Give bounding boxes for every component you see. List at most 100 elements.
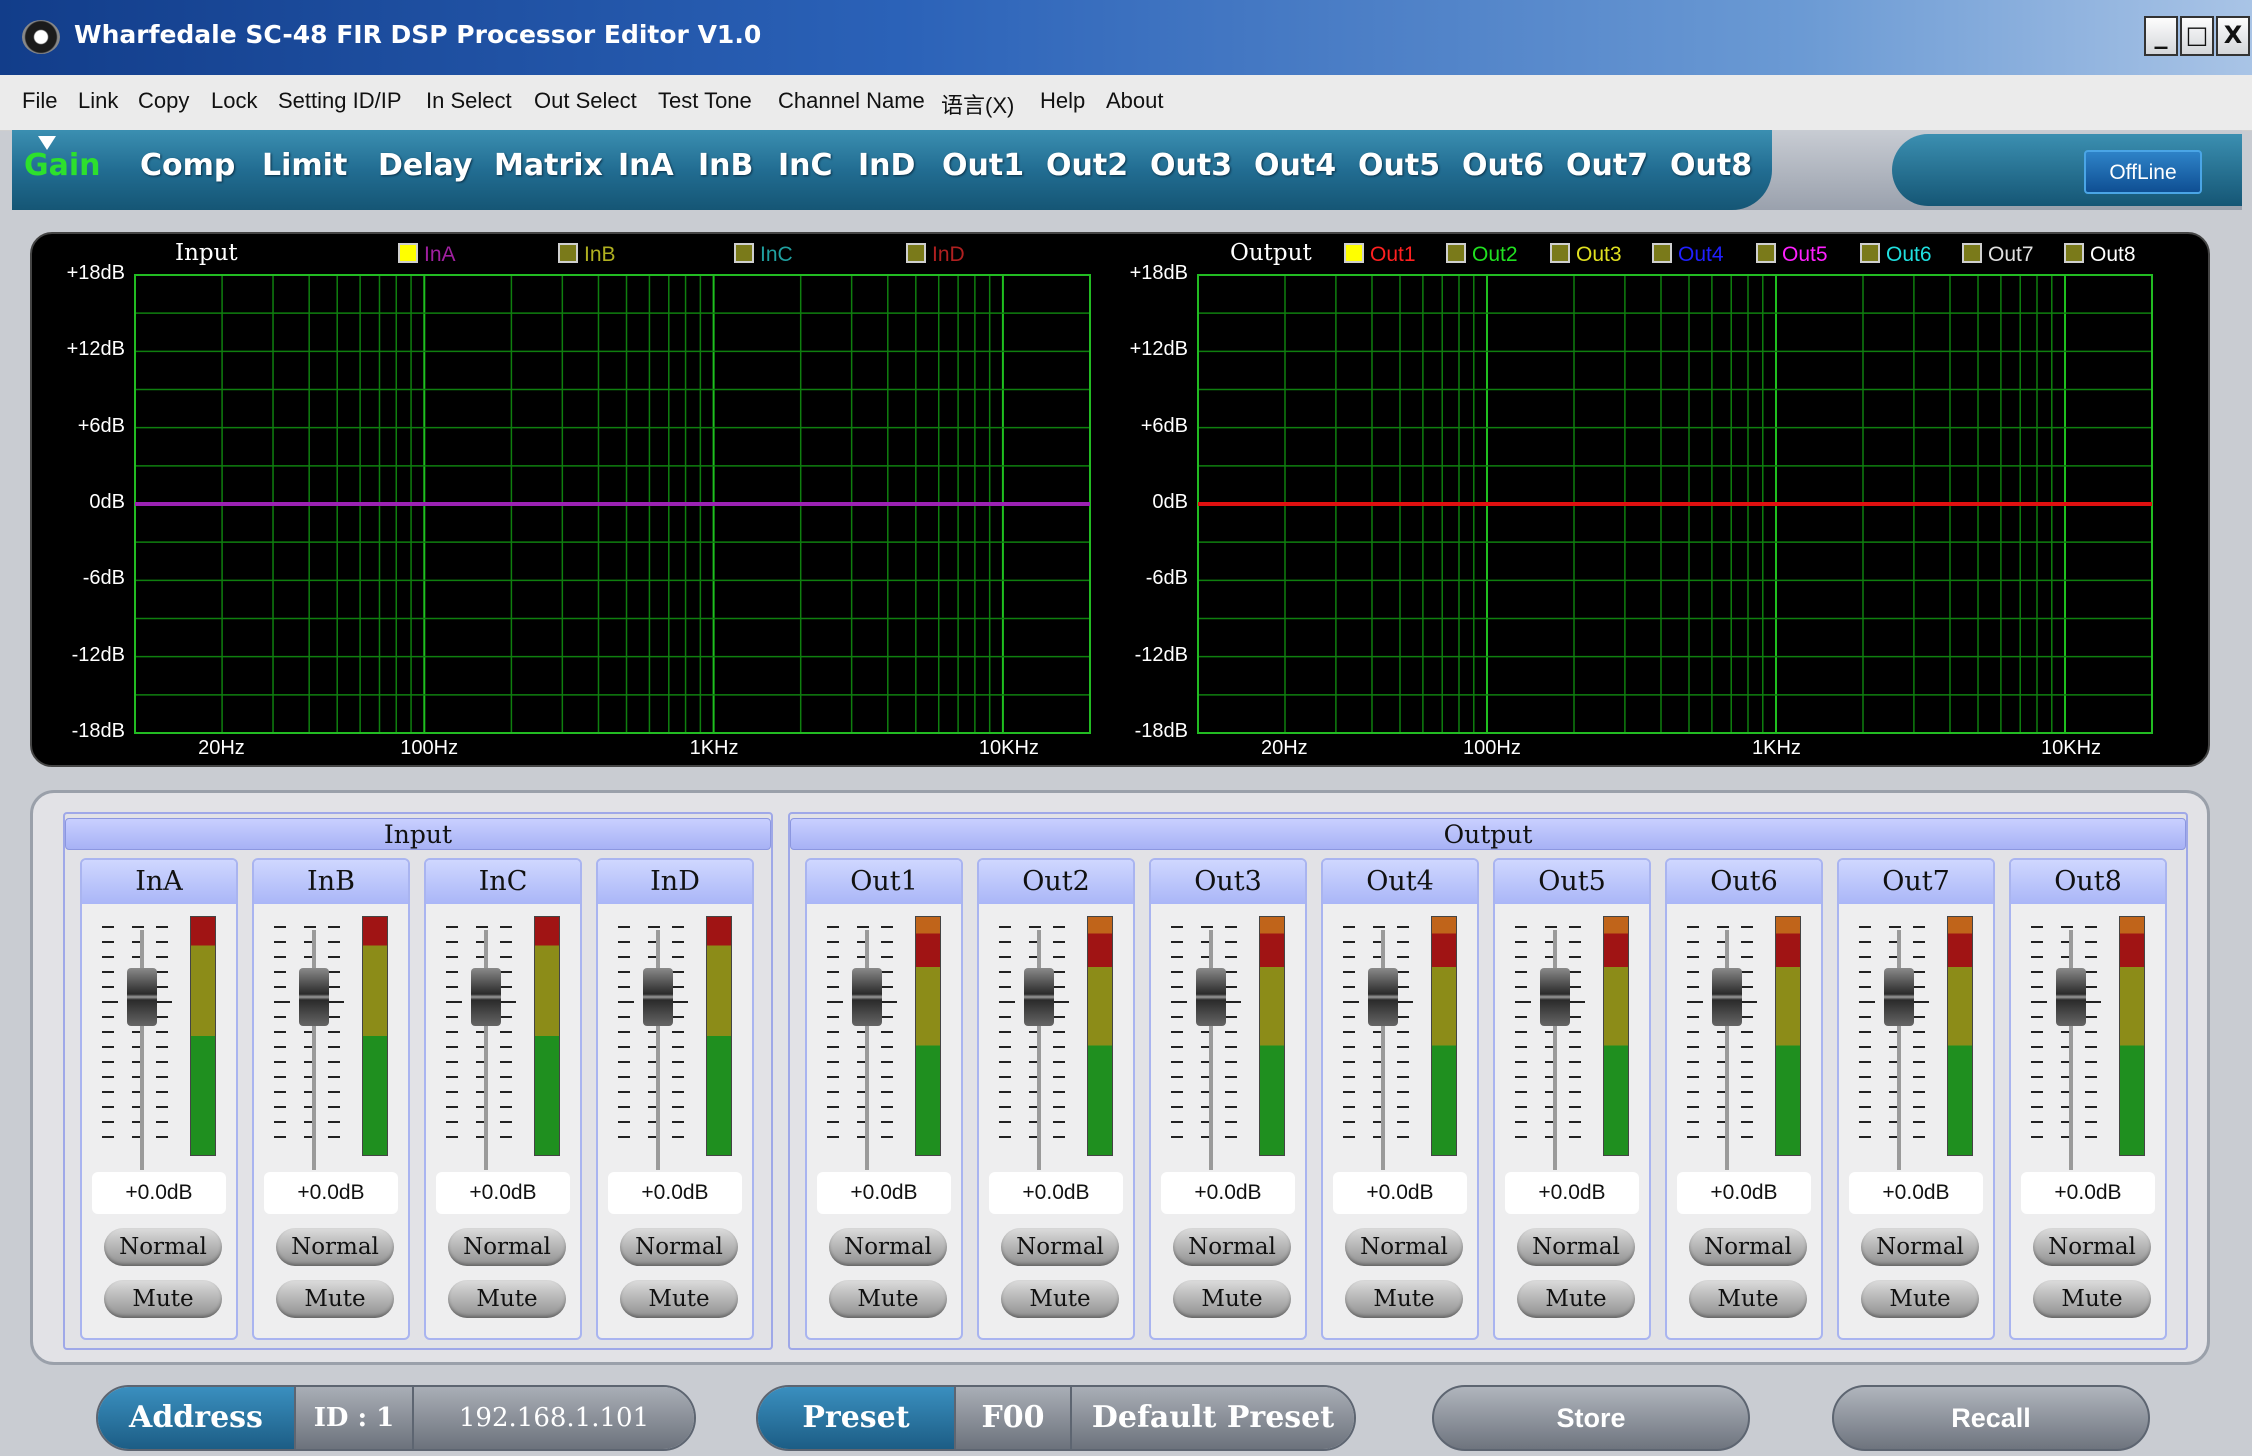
gain-value-field[interactable]: +0.0dB [608,1172,742,1214]
fader-track[interactable] [1381,930,1385,1170]
scale-tick [102,971,114,973]
legend-out7[interactable]: Out7 [1962,243,2034,267]
fader-knob[interactable] [1712,968,1742,1026]
fader-track[interactable] [865,930,869,1170]
mute-button[interactable]: Mute [1001,1280,1119,1318]
mute-button[interactable]: Mute [1173,1280,1291,1318]
recall-button[interactable]: Recall [1832,1385,2150,1451]
scale-tick [1741,986,1753,988]
legend-checkbox[interactable] [2064,243,2084,263]
legend-inc[interactable]: InC [734,243,793,267]
fader-track[interactable] [484,930,488,1170]
gain-value-field[interactable]: +0.0dB [817,1172,951,1214]
legend-checkbox[interactable] [1344,243,1364,263]
phase-normal-button[interactable]: Normal [1001,1228,1119,1266]
preset-name[interactable]: Default Preset [1070,1387,1354,1449]
fader-track[interactable] [1209,930,1213,1170]
fader-knob[interactable] [299,968,329,1026]
gain-value-field[interactable]: +0.0dB [436,1172,570,1214]
legend-checkbox[interactable] [734,243,754,263]
phase-normal-button[interactable]: Normal [829,1228,947,1266]
fader-knob[interactable] [1540,968,1570,1026]
fader-knob[interactable] [1884,968,1914,1026]
phase-normal-button[interactable]: Normal [276,1228,394,1266]
gain-value-field[interactable]: +0.0dB [1849,1172,1983,1214]
legend-checkbox[interactable] [1550,243,1570,263]
scale-tick [1859,1136,1871,1138]
store-button[interactable]: Store [1432,1385,1750,1451]
fader-track[interactable] [1037,930,1041,1170]
mute-button[interactable]: Mute [1517,1280,1635,1318]
mute-button[interactable]: Mute [1861,1280,1979,1318]
mute-button[interactable]: Mute [829,1280,947,1318]
legend-checkbox[interactable] [1756,243,1776,263]
fader-knob[interactable] [127,968,157,1026]
legend-checkbox[interactable] [1962,243,1982,263]
phase-normal-button[interactable]: Normal [1861,1228,1979,1266]
channel-strip-inc: InC +0.0dB Normal Mute [424,858,582,1340]
legend-out5[interactable]: Out5 [1756,243,1828,267]
legend-ind[interactable]: InD [906,243,965,267]
legend-checkbox[interactable] [558,243,578,263]
fader-track[interactable] [656,930,660,1170]
gain-value-field[interactable]: +0.0dB [1333,1172,1467,1214]
phase-normal-button[interactable]: Normal [104,1228,222,1266]
scale-tick [446,1031,458,1033]
fader-knob[interactable] [1368,968,1398,1026]
gain-value-field[interactable]: +0.0dB [1677,1172,1811,1214]
fader-track[interactable] [2069,930,2073,1170]
gain-value-field[interactable]: +0.0dB [1161,1172,1295,1214]
legend-out4[interactable]: Out4 [1652,243,1724,267]
legend-out8[interactable]: Out8 [2064,243,2136,267]
legend-checkbox[interactable] [906,243,926,263]
mute-button[interactable]: Mute [276,1280,394,1318]
gain-value-field[interactable]: +0.0dB [989,1172,1123,1214]
fader-knob[interactable] [2056,968,2086,1026]
legend-checkbox[interactable] [1860,243,1880,263]
fader-track[interactable] [1553,930,1557,1170]
fader-track[interactable] [1725,930,1729,1170]
scale-tick [672,1121,684,1123]
fader-knob[interactable] [1024,968,1054,1026]
fader-knob[interactable] [852,968,882,1026]
phase-normal-button[interactable]: Normal [1173,1228,1291,1266]
phase-normal-button[interactable]: Normal [2033,1228,2151,1266]
fader-track[interactable] [312,930,316,1170]
scale-tick [1225,1016,1237,1018]
phase-normal-button[interactable]: Normal [448,1228,566,1266]
scale-tick [1053,986,1065,988]
gain-value-field[interactable]: +0.0dB [2021,1172,2155,1214]
legend-checkbox[interactable] [398,243,418,263]
fader-track[interactable] [140,930,144,1170]
legend-checkbox[interactable] [1652,243,1672,263]
gain-value-field[interactable]: +0.0dB [92,1172,226,1214]
fader-knob[interactable] [1196,968,1226,1026]
scale-tick [1343,1136,1355,1138]
phase-normal-button[interactable]: Normal [620,1228,738,1266]
legend-checkbox[interactable] [1446,243,1466,263]
scale-tick [1569,956,1581,958]
legend-out1[interactable]: Out1 [1344,243,1416,267]
mute-button[interactable]: Mute [2033,1280,2151,1318]
legend-out6[interactable]: Out6 [1860,243,1932,267]
gain-value-field[interactable]: +0.0dB [1505,1172,1639,1214]
mute-button[interactable]: Mute [1689,1280,1807,1318]
phase-normal-button[interactable]: Normal [1689,1228,1807,1266]
phase-normal-button[interactable]: Normal [1345,1228,1463,1266]
mute-button[interactable]: Mute [1345,1280,1463,1318]
legend-inb[interactable]: InB [558,243,616,267]
legend-ina[interactable]: InA [398,243,456,267]
fader-track[interactable] [1897,930,1901,1170]
scale-tick [1171,941,1183,943]
legend-out2[interactable]: Out2 [1446,243,1518,267]
legend-out3[interactable]: Out3 [1550,243,1622,267]
mute-button[interactable]: Mute [620,1280,738,1318]
fader-knob[interactable] [471,968,501,1026]
gain-value-field[interactable]: +0.0dB [264,1172,398,1214]
scale-tick [446,1016,458,1018]
mute-button[interactable]: Mute [448,1280,566,1318]
fader-knob[interactable] [643,968,673,1026]
mute-button[interactable]: Mute [104,1280,222,1318]
scale-tick [1687,1046,1699,1048]
phase-normal-button[interactable]: Normal [1517,1228,1635,1266]
